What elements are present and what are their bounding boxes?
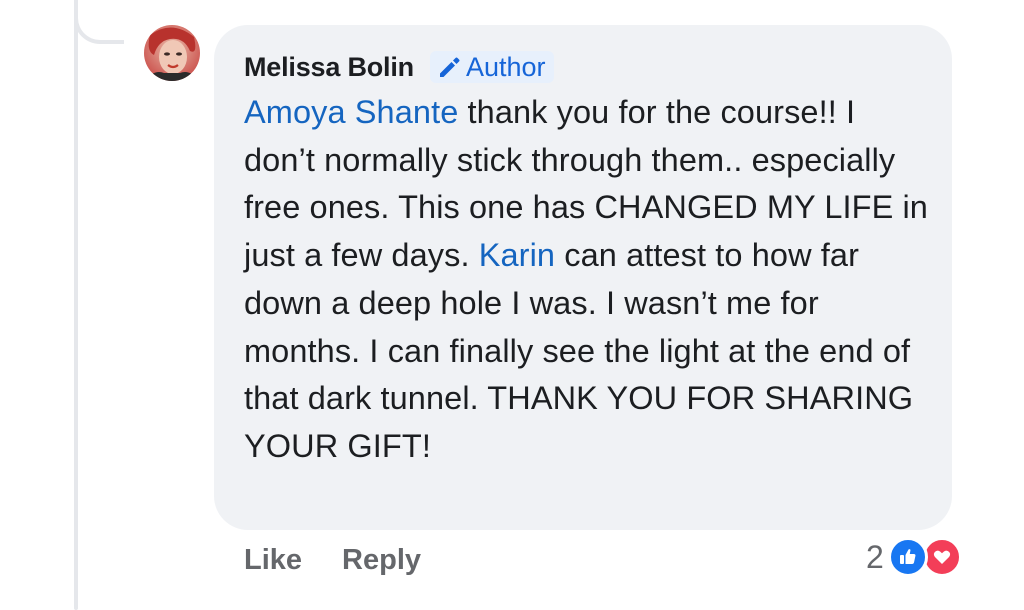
mention-link[interactable]: Karin — [479, 237, 555, 273]
reply-button[interactable]: Reply — [342, 544, 421, 577]
reaction-count: 2 — [866, 538, 884, 575]
comment-header: Melissa Bolin Author — [244, 49, 932, 85]
reaction-icons — [887, 537, 966, 577]
thread-line — [74, 0, 78, 610]
like-icon — [887, 537, 928, 577]
comment-thread: Melissa Bolin Author Amoya Shante thank … — [0, 0, 1024, 610]
avatar[interactable] — [144, 25, 200, 81]
like-button[interactable]: Like — [244, 544, 302, 577]
author-badge: Author — [429, 51, 554, 83]
author-name[interactable]: Melissa Bolin — [244, 52, 414, 83]
thread-connector — [74, 0, 124, 44]
pencil-icon — [436, 54, 462, 80]
author-badge-label: Author — [465, 51, 546, 82]
reactions-summary[interactable]: 2 — [866, 535, 966, 579]
love-icon — [921, 537, 962, 577]
mention-link[interactable]: Amoya Shante — [244, 94, 458, 130]
comment-actions: Like Reply — [244, 538, 461, 582]
avatar-image — [144, 25, 200, 81]
comment-text: Amoya Shante thank you for the course!! … — [244, 89, 932, 471]
comment-bubble: Melissa Bolin Author Amoya Shante thank … — [214, 25, 952, 530]
